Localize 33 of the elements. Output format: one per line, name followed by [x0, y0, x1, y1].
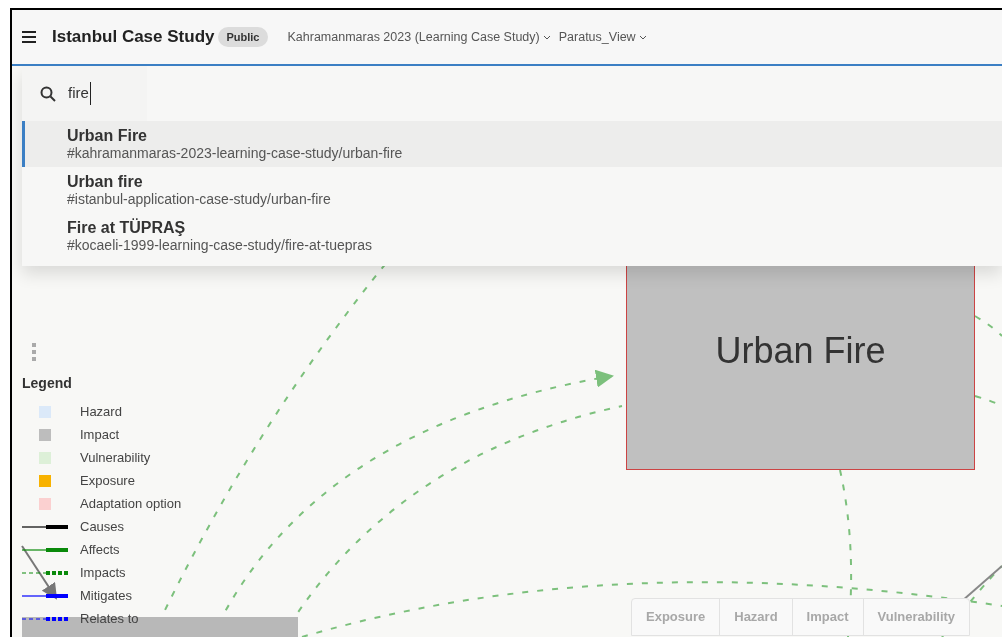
legend-label: Impact	[80, 425, 119, 444]
project-title: Istanbul Case Study	[52, 26, 215, 49]
drag-handle-icon[interactable]	[32, 343, 36, 361]
legend-label: Hazard	[80, 402, 122, 421]
chevron-down-icon	[638, 34, 647, 40]
result-path: #kocaeli-1999-learning-case-study/fire-at-tuepras	[67, 237, 373, 253]
legend-label: Impacts	[80, 563, 126, 582]
result-title: Fire at TÜPRAŞ	[67, 219, 186, 237]
legend-label: Adaptation option	[80, 494, 182, 513]
legend-label: Affects	[80, 540, 120, 559]
legend-label: Vulnerability	[80, 448, 151, 467]
dropdown-menu[interactable]: Paratus_View	[558, 27, 647, 47]
graph-node[interactable]: Urban Fire	[626, 266, 975, 470]
search-result[interactable]: Urban Fire #kahramanmaras-2023-learning-case-study/urban-fire	[22, 121, 1002, 167]
search-result[interactable]: Urban fire #istanbul-application-case-study/urban-fire	[22, 167, 1002, 213]
legend-title: Legend	[22, 374, 72, 393]
legend-label: Mitigates	[80, 586, 133, 605]
dropdown-menu[interactable]: Kahramanmaras 2023 (Learning Case Study)	[287, 27, 551, 47]
search-icon	[40, 85, 56, 102]
result-title: Urban fire	[67, 173, 143, 191]
search-result[interactable]: Fire at TÜPRAŞ #kocaeli-1999-learning-case-study/fire-at-tuepras	[22, 213, 1002, 259]
menu-icon[interactable]	[22, 31, 36, 43]
result-path: #istanbul-application-case-study/urban-fire	[67, 191, 331, 207]
legend-label: Causes	[80, 517, 125, 536]
legend-label: Relates to	[80, 609, 139, 628]
chevron-down-icon	[542, 34, 551, 40]
result-title: Urban Fire	[67, 127, 147, 145]
connector	[974, 315, 1002, 337]
result-path: #kahramanmaras-2023-learning-case-study/urban-fire	[67, 145, 403, 161]
legend-label: Exposure	[80, 471, 135, 490]
connector	[21, 545, 58, 600]
search-field[interactable]: fire	[22, 66, 147, 121]
visibility-badge: Public	[218, 26, 268, 48]
